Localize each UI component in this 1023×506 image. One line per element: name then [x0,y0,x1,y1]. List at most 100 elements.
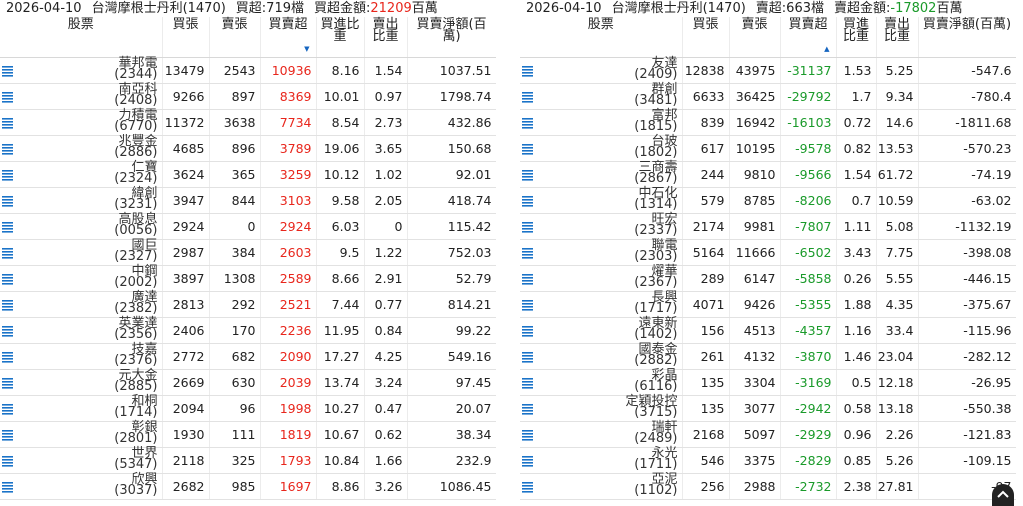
table-row: 技嘉 (2376) 2772 682 2090 17.27 4.25 549.16 [0,343,496,370]
stock-name[interactable]: 瑞軒 (2489) [634,421,677,445]
list-icon[interactable] [2,430,13,441]
stock-name[interactable]: 富邦 (1815) [634,109,677,133]
list-icon[interactable] [522,300,533,311]
list-icon[interactable] [2,378,13,389]
table-row: 三商壽 (2867) 244 9810 -9566 1.54 61.72 -74.19 [520,161,1016,188]
list-icon[interactable] [2,456,13,467]
stock-name[interactable]: 南亞科 (2408) [114,83,157,107]
list-icon[interactable] [522,404,533,415]
stock-name[interactable]: 友達 (2409) [634,57,677,81]
list-icon[interactable] [2,196,13,207]
list-icon[interactable] [522,430,533,441]
column-header-buy-pct[interactable]: 買進比重 [316,17,365,58]
column-header-sell-pct[interactable]: 賣出比重 [876,17,919,58]
stock-name[interactable]: 力積電 (6770) [114,109,157,133]
net-buy-table: 股票 買張 賣張 買賣超 ▼ 買進比重 賣出比重 買賣淨額(百萬) 華邦電 (2344) 1347… [0,17,496,500]
stock-name[interactable]: 聯電 (2303) [634,239,677,263]
cell-sell: 111 [209,421,261,448]
column-header-sell-pct[interactable]: 賣出比重 [364,17,408,58]
list-icon[interactable] [522,170,533,181]
list-icon[interactable] [2,144,13,155]
list-icon[interactable] [522,482,533,493]
stock-name[interactable]: 世界 (5347) [114,447,157,471]
stock-name[interactable]: 彰銀 (2801) [114,421,157,445]
list-icon[interactable] [2,66,13,77]
stock-name[interactable]: 三商壽 (2867) [634,161,677,185]
cell-buy: 4685 [162,135,210,162]
list-icon[interactable] [522,222,533,233]
column-header-amount[interactable]: 買賣淨額(百萬) [918,17,1016,58]
stock-name[interactable]: 仁寶 (2324) [114,161,157,185]
stock-name[interactable]: 群創 (3481) [634,83,677,107]
stock-name[interactable]: 欣興 (3037) [114,473,157,497]
stock-name[interactable]: 中鋼 (2002) [114,265,157,289]
list-icon[interactable] [2,326,13,337]
list-icon[interactable] [522,118,533,129]
list-icon[interactable] [522,378,533,389]
stock-name[interactable]: 遠東新 (1402) [634,317,677,341]
list-icon[interactable] [522,326,533,337]
list-icon[interactable] [522,196,533,207]
list-icon[interactable] [2,92,13,103]
stock-name[interactable]: 國泰金 (2882) [634,343,677,367]
stock-name[interactable]: 定穎投控 (3715) [625,395,677,419]
stock-cell: 高股息 (0056) [0,213,163,240]
table-row: 友達 (2409) 12838 43975 -31137 1.53 5.25 -547.6 [520,57,1016,84]
cell-sell: 3375 [729,447,781,474]
stock-name[interactable]: 兆豐金 (2886) [114,135,157,159]
stock-name[interactable]: 廣達 (2382) [114,291,157,315]
list-icon[interactable] [2,300,13,311]
list-icon[interactable] [2,404,13,415]
stock-name[interactable]: 旺宏 (2337) [634,213,677,237]
cell-sell-pct: 0 [364,213,408,240]
list-icon[interactable] [2,118,13,129]
stock-name[interactable]: 台玻 (1802) [634,135,677,159]
column-header-sell[interactable]: 賣張 [209,17,261,58]
list-icon[interactable] [2,248,13,259]
stock-name[interactable]: 中石化 (1314) [634,187,677,211]
stock-name[interactable]: 燿華 (2367) [634,265,677,289]
column-header-sell[interactable]: 賣張 [729,17,781,58]
list-icon[interactable] [522,274,533,285]
cell-sell-pct: 5.08 [876,213,919,240]
cell-buy-pct: 8.54 [316,109,365,136]
stock-name[interactable]: 元大金 (2885) [114,369,157,393]
cell-sell: 630 [209,369,261,396]
stock-code: (1714) [114,405,158,420]
cell-sell: 292 [209,291,261,318]
stock-cell: 永光 (1711) [520,447,683,474]
stock-name[interactable]: 高股息 (0056) [114,213,157,237]
stock-name[interactable]: 英業達 (2356) [114,317,157,341]
stock-name[interactable]: 長興 (1717) [634,291,677,315]
stock-name[interactable]: 華邦電 (2344) [114,57,157,81]
list-icon[interactable] [522,352,533,363]
stock-name[interactable]: 緯創 (3231) [114,187,157,211]
cell-amount: 115.42 [407,213,496,240]
list-icon[interactable] [522,248,533,259]
list-icon[interactable] [2,274,13,285]
column-header-buy[interactable]: 買張 [682,17,730,58]
cell-net: -2829 [780,447,837,474]
column-header-buy[interactable]: 買張 [162,17,210,58]
list-icon[interactable] [2,222,13,233]
stock-name[interactable]: 國巨 (2327) [114,239,157,263]
column-header-net[interactable]: 買賣超 ▼ [260,17,317,58]
stock-name[interactable]: 和桐 (1714) [114,395,158,420]
scroll-top-button[interactable] [992,484,1014,506]
column-header-buy-pct[interactable]: 買進比重 [836,17,877,58]
column-header-net[interactable]: 買賣超 ▲ [780,17,837,58]
list-icon[interactable] [522,66,533,77]
list-icon[interactable] [522,456,533,467]
list-icon[interactable] [522,144,533,155]
list-icon[interactable] [2,482,13,493]
column-header-amount[interactable]: 買賣淨額(百萬) [407,17,496,58]
list-icon[interactable] [2,352,13,363]
stock-name[interactable]: 彩晶 (6116) [634,369,677,393]
column-header-stock[interactable]: 股票 [520,17,683,58]
list-icon[interactable] [522,92,533,103]
column-header-stock[interactable]: 股票 [0,17,163,58]
stock-name[interactable]: 技嘉 (2376) [114,343,157,367]
stock-name[interactable]: 永光 (1711) [634,447,677,471]
stock-name[interactable]: 亞泥 (1102) [634,473,677,497]
list-icon[interactable] [2,170,13,181]
